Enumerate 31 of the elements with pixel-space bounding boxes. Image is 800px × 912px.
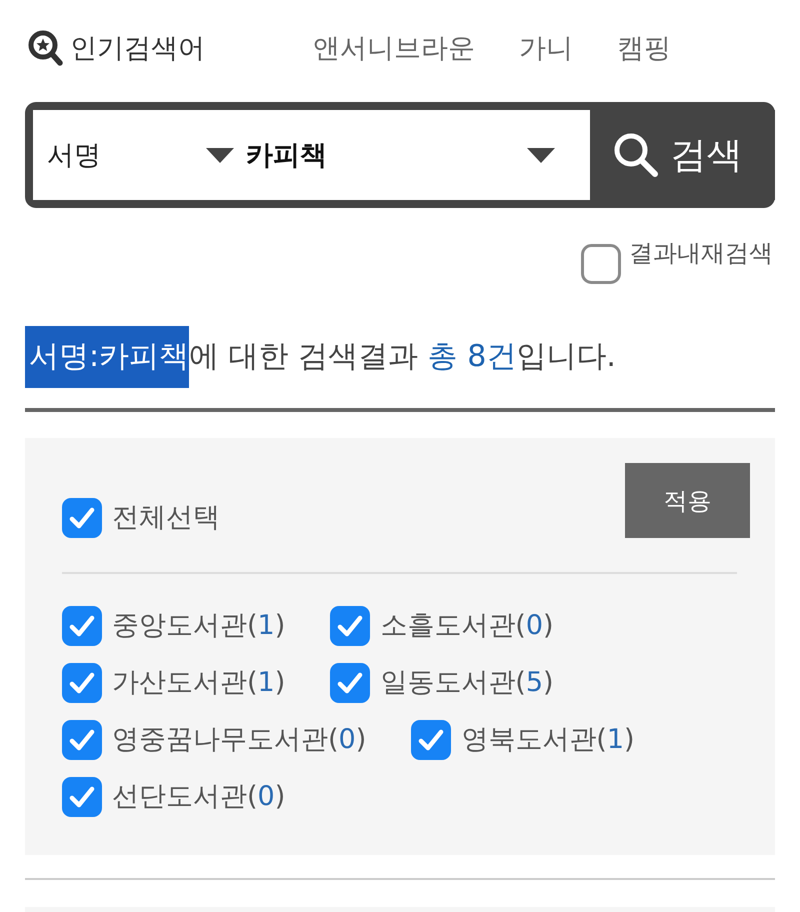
library-label: 선단도서관(0) [112,780,286,814]
popular-keywords-title: 인기검색어 [70,32,205,66]
library-label: 소흘도서관(0) [380,609,554,643]
checkbox[interactable] [62,663,102,703]
select-all-label: 전체선택 [112,501,220,535]
popular-keyword-link[interactable]: 가니 [519,31,573,67]
checkbox[interactable] [62,498,102,538]
checkbox[interactable] [330,663,370,703]
library-label: 중앙도서관(1) [112,609,286,643]
checkbox[interactable] [62,777,102,817]
search-input[interactable]: 카피책 [240,110,590,200]
checkbox[interactable] [411,720,452,760]
checkbox[interactable] [330,606,370,646]
popular-keyword-link[interactable]: 캠핑 [617,31,671,67]
library-label: 가산도서관(1) [112,666,286,700]
library-label: 영중꿈나무도서관(0) [112,723,366,757]
checkbox[interactable] [581,244,621,284]
search-field-select[interactable]: 서명 [33,110,240,200]
caret-icon[interactable] [527,148,555,163]
checkbox[interactable] [62,720,102,760]
caret-icon [206,148,234,162]
library-label: 영북도서관(1) [461,723,635,757]
checkbox[interactable] [62,606,102,646]
search-query-highlight: 서명:카피책 [25,326,190,388]
apply-button[interactable]: 적용 [625,463,750,538]
popular-keyword-link[interactable]: 앤서니브라운 [313,31,475,67]
result-summary-text: 에 대한 검색결과 총 8건입니다. [189,338,616,376]
search-icon [612,132,658,178]
checkbox-label: 결과내재검색 [629,238,773,268]
magnifier-star-icon [28,30,64,68]
library-label: 일동도서관(5) [380,666,554,700]
